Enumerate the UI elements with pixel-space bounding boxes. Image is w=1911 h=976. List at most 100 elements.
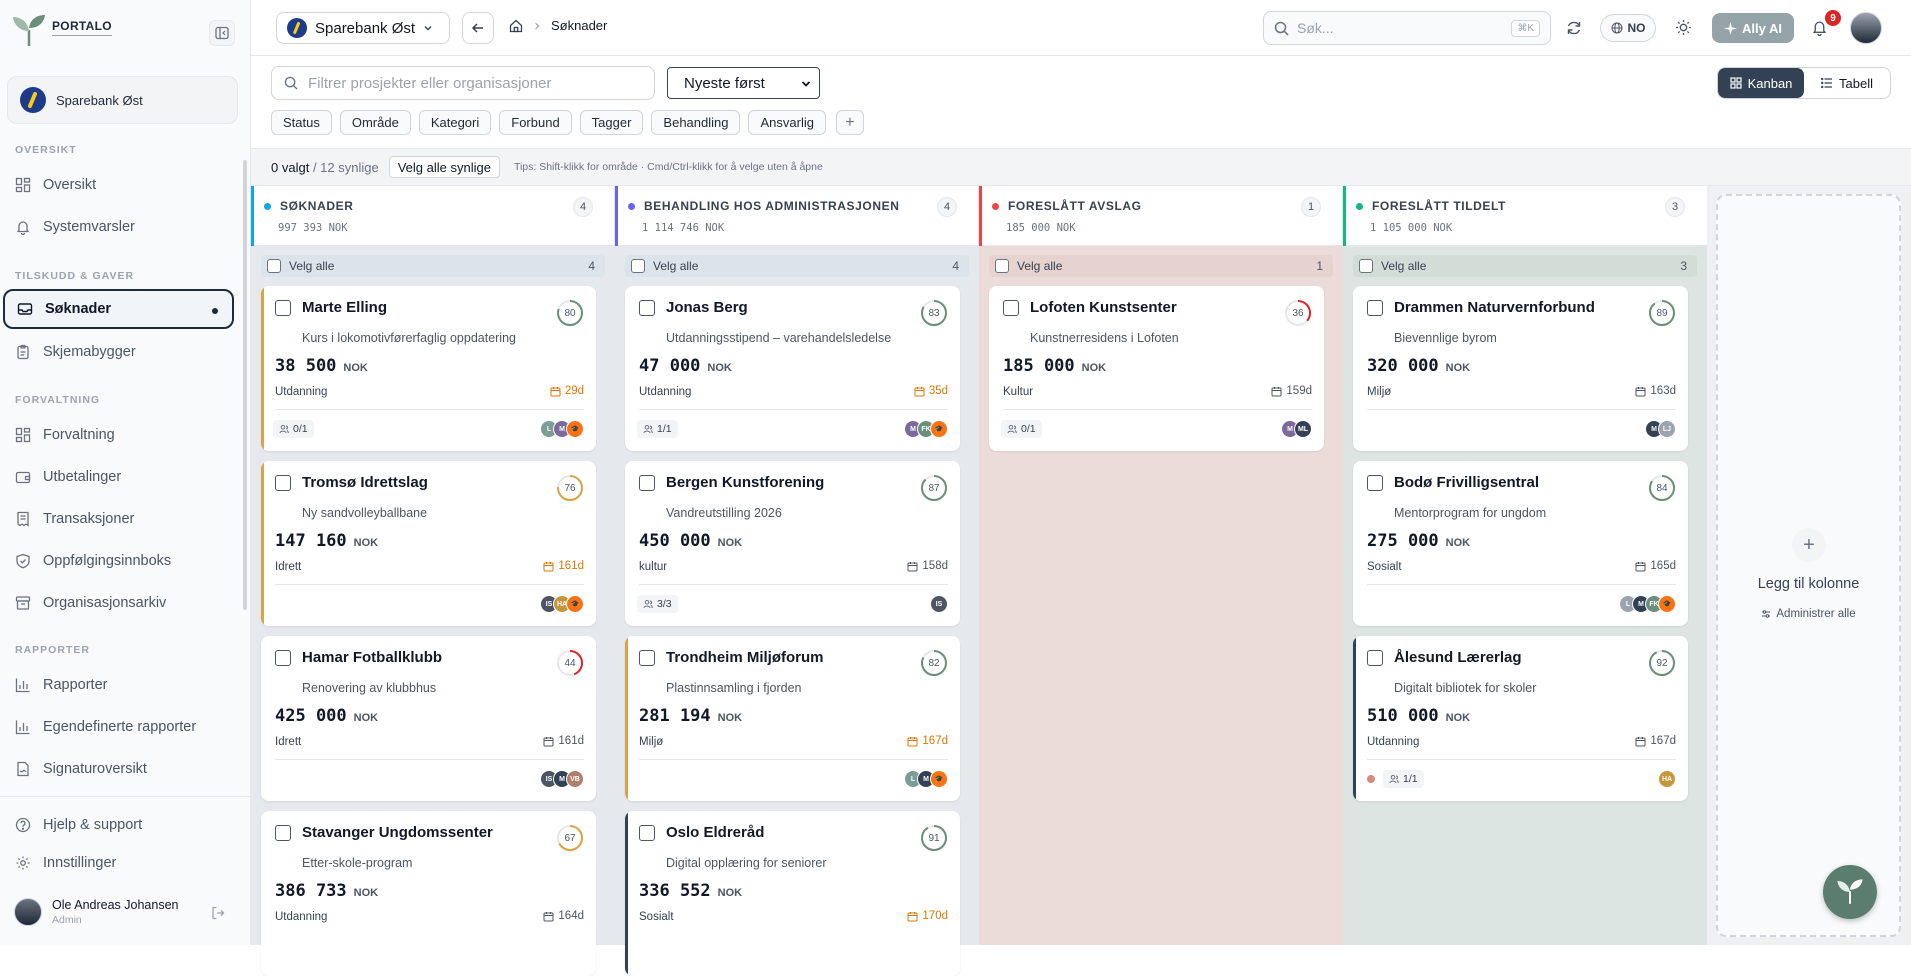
card-checkbox[interactable] [275,475,291,491]
add-column-panel[interactable]: + Legg til kolonne Administrer alle [1716,194,1901,937]
table-view-button[interactable]: Tabell [1804,68,1890,98]
application-card[interactable]: Jonas Berg Utdanningsstipend – varehandel… [625,286,960,451]
card-checkbox[interactable] [275,300,291,316]
brand-name: PORTALO [52,19,112,36]
application-card[interactable]: Marte Elling Kurs i lokomotivførerfaglig … [261,286,596,451]
nav-item-help[interactable]: Hjelp & support [3,805,234,845]
sidebar-scrollbar[interactable] [243,160,247,610]
reviewer-assignment[interactable]: 0/1 [273,420,314,438]
filter-chip-ansvarlig[interactable]: Ansvarlig [748,110,826,135]
nav-item-signaturoversikt[interactable]: Signaturoversikt [3,749,234,789]
card-checkbox[interactable] [639,475,655,491]
application-card[interactable]: Drammen Naturvernforbund Bievennlige byro… [1353,286,1688,451]
filter-chip-tagger[interactable]: Tagger [579,110,644,135]
filter-chip-forbund[interactable]: Forbund [499,110,572,135]
avatar[interactable]: ML [1294,420,1312,438]
avatar[interactable]: IS [930,595,948,613]
filter-chip-behandling[interactable]: Behandling [651,110,741,135]
nav-item-organisasjonsarkiv[interactable]: Organisasjonsarkiv [3,583,234,623]
application-card[interactable]: Tromsø Idrettslag Ny sandvolleyballbane 14… [261,461,596,626]
select-all-row[interactable]: Velg alle 3 [1353,255,1697,277]
reviewer-assignment[interactable]: 1/1 [1383,770,1424,788]
ally-ai-button[interactable]: Ally AI [1712,13,1794,43]
kanban-view-button[interactable]: Kanban [1718,68,1804,98]
filter-chip-status[interactable]: Status [271,110,332,135]
back-button[interactable] [462,12,494,44]
nav-item-skjemabygger[interactable]: Skjemabygger [3,332,234,372]
application-card[interactable]: Ålesund Lærerlag Digitalt bibliotek for s… [1353,636,1688,801]
card-checkbox[interactable] [1367,475,1383,491]
select-all-checkbox[interactable] [1359,259,1373,273]
card-checkbox[interactable] [639,300,655,316]
avatar-initials: 🎓 [570,601,580,608]
avatar[interactable]: 🎓 [930,420,948,438]
reviewer-assignment[interactable]: 3/3 [637,595,678,613]
card-divider [639,409,948,410]
avatar[interactable]: LJ [1658,420,1676,438]
select-all-checkbox[interactable] [631,259,645,273]
application-card[interactable]: Bodø Frivilligsentral Mentorprogram for u… [1353,461,1688,626]
application-card[interactable]: Bergen Kunstforening Vandreutstilling 202… [625,461,960,626]
language-switch[interactable]: NO [1600,14,1656,42]
select-all-checkbox[interactable] [267,259,281,273]
global-search-input[interactable]: Søk... ⌘K [1263,11,1551,45]
application-card[interactable]: Hamar Fotballklubb Renovering av klubbhus… [261,636,596,801]
organization-card[interactable]: Sparebank Øst [7,76,238,124]
card-checkbox[interactable] [639,650,655,666]
card-checkbox[interactable] [639,825,655,841]
project-title: Vandreutstilling 2026 [666,506,782,520]
org-switcher[interactable]: Sparebank Øst [276,12,450,44]
card-checkbox[interactable] [275,650,291,666]
avatar[interactable]: 🎓 [566,595,584,613]
nav-item-oversikt[interactable]: Oversikt [3,165,234,205]
select-all-row[interactable]: Velg alle 4 [625,255,969,277]
card-checkbox[interactable] [1367,650,1383,666]
nav-item-forvaltning[interactable]: Forvaltning [3,415,234,455]
avatar[interactable]: 🎓 [566,420,584,438]
filter-chip-omrade[interactable]: Område [339,110,411,135]
project-filter-input[interactable]: Filtrer prosjekter eller organisasjoner [271,66,655,100]
nav-item-soknader[interactable]: Søknader [3,289,234,329]
sun-icon[interactable] [1675,19,1692,36]
user-avatar[interactable] [1850,12,1882,44]
nav-item-egendefinerte-rapporter[interactable]: Egendefinerte rapporter [3,707,234,747]
user-profile[interactable]: Ole Andreas Johansen Admin [14,898,178,926]
nav-item-transaksjoner[interactable]: Transaksjoner [3,499,234,539]
select-all-row[interactable]: Velg alle 1 [989,255,1333,277]
reviewer-assignment[interactable]: 1/1 [637,420,678,438]
application-card[interactable]: Lofoten Kunstsenter Kunstnerresidens i Lo… [989,286,1324,451]
sort-select[interactable]: Nyeste først [667,67,820,99]
nav-item-oppfolgingsinnboks[interactable]: Oppfølgingsinnboks [3,541,234,581]
filter-chip-kategori[interactable]: Kategori [418,110,492,135]
application-card[interactable]: Trondheim Miljøforum Plastinnsamling i fj… [625,636,960,801]
assistant-fab[interactable] [1823,865,1877,919]
manage-columns-link[interactable]: Administrer alle [1718,608,1899,620]
home-icon[interactable] [509,19,523,33]
reviewer-assignment[interactable]: 0/1 [1001,420,1042,438]
category-label: Miljø [639,736,664,748]
select-all-visible-button[interactable]: Velg alle synlige [388,156,500,178]
breadcrumb-current[interactable]: Søknader [551,18,607,33]
collapse-sidebar-button[interactable] [209,20,235,46]
avatar[interactable]: 🎓 [930,770,948,788]
card-checkbox[interactable] [275,825,291,841]
nav-item-rapporter[interactable]: Rapporter [3,665,234,705]
category-label: Idrett [275,736,302,748]
avatar[interactable]: HA [1658,770,1676,788]
portalo-logo[interactable]: PORTALO [10,14,112,48]
application-card[interactable]: Stavanger Ungdomssenter Etter-skole-progr… [261,811,596,976]
add-filter-button[interactable]: + [835,110,864,135]
select-all-row[interactable]: Velg alle 4 [261,255,605,277]
application-card[interactable]: Oslo Eldreråd Digital opplæring for senio… [625,811,960,976]
plus-icon[interactable]: + [1792,528,1826,562]
card-checkbox[interactable] [1367,300,1383,316]
nav-item-utbetalinger[interactable]: Utbetalinger [3,457,234,497]
nav-item-systemvarsler[interactable]: Systemvarsler [3,207,234,247]
refresh-icon[interactable] [1566,20,1582,36]
avatar[interactable]: 🎓 [1658,595,1676,613]
card-checkbox[interactable] [1003,300,1019,316]
avatar[interactable]: VB [566,770,584,788]
logout-icon[interactable] [211,906,225,920]
select-all-checkbox[interactable] [995,259,1009,273]
nav-item-settings[interactable]: Innstillinger [3,843,234,883]
